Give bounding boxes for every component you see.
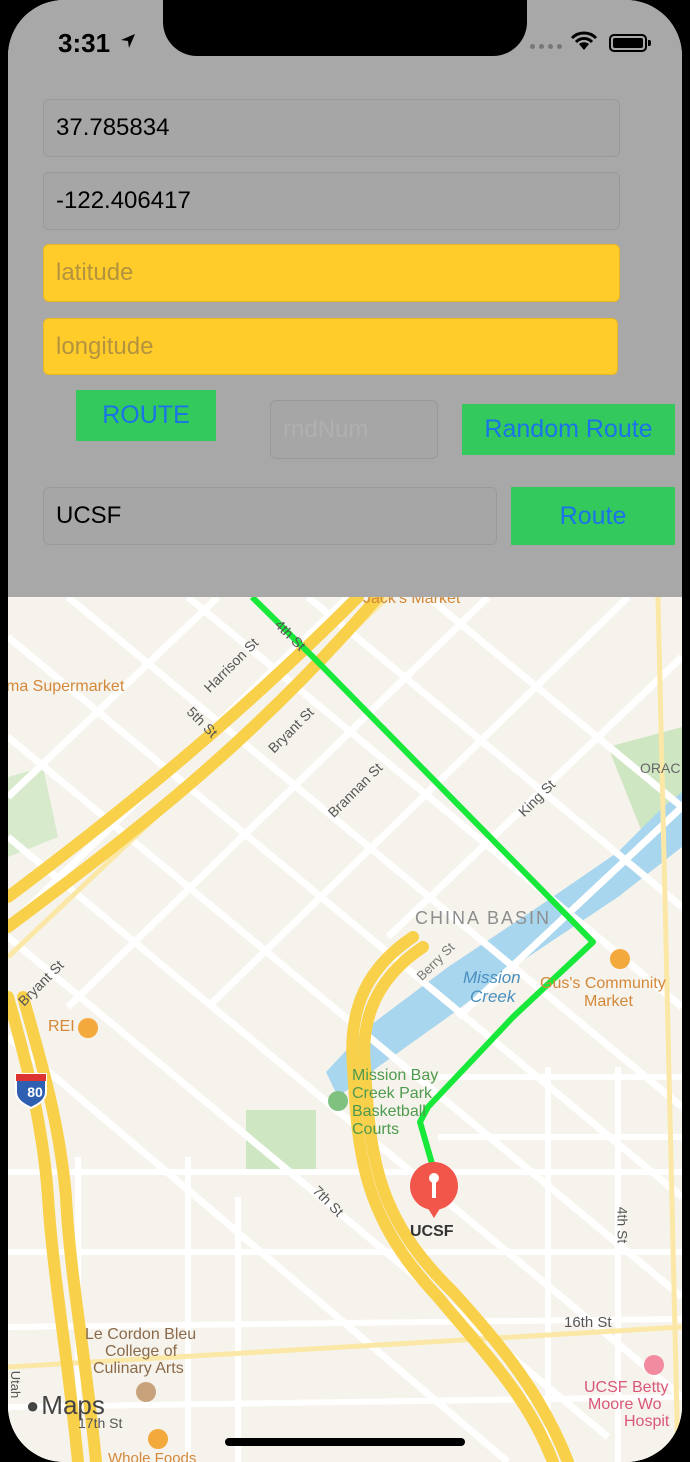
street-utah: Utah xyxy=(8,1370,24,1399)
label-oracle: ORAC xyxy=(640,760,681,776)
status-time: 3:31 xyxy=(58,28,111,58)
label-rei: REI xyxy=(48,1018,75,1035)
label-cordon-1: Le Cordon Bleu xyxy=(85,1326,197,1343)
location-arrow-icon xyxy=(121,34,135,48)
label-park-4: Courts xyxy=(352,1121,400,1138)
label-betty-1: UCSF Betty xyxy=(584,1379,669,1396)
shopping-icon xyxy=(148,1429,168,1449)
map-view[interactable]: Jack's Market ma Supermarket ORAC CHINA … xyxy=(8,590,682,1462)
i80-label: 80 xyxy=(27,1084,43,1100)
route-button[interactable]: ROUTE xyxy=(76,390,216,441)
maps-attribution-text: Maps xyxy=(41,1390,105,1420)
origin-longitude-field[interactable]: -122.406417 xyxy=(43,172,620,230)
phone-screen: Jack's Market ma Supermarket ORAC CHINA … xyxy=(8,0,682,1462)
label-china-basin: CHINA BASIN xyxy=(415,908,552,928)
label-whole-foods: Whole Foods xyxy=(108,1450,197,1462)
label-ucsf: UCSF xyxy=(410,1223,454,1240)
origin-latitude-field[interactable]: 37.785834 xyxy=(43,99,620,157)
hospital-icon xyxy=(644,1355,664,1375)
label-supermarket: ma Supermarket xyxy=(8,678,125,695)
destination-latitude-field[interactable]: latitude xyxy=(43,244,620,302)
random-route-button[interactable]: Random Route xyxy=(462,404,675,455)
route-by-name-button[interactable]: Route xyxy=(511,487,675,545)
label-mission-creek-1: Mission xyxy=(463,968,521,987)
label-cordon-3: Culinary Arts xyxy=(93,1360,184,1377)
street-4th-right: 4th St xyxy=(614,1206,631,1244)
label-mission-creek-2: Creek xyxy=(470,987,516,1006)
wifi-icon xyxy=(570,31,598,50)
label-gus-2: Market xyxy=(584,993,633,1010)
home-indicator[interactable] xyxy=(225,1438,465,1446)
school-icon xyxy=(136,1382,156,1402)
shopping-icon xyxy=(78,1018,98,1038)
random-number-field[interactable]: rndNum xyxy=(270,400,438,459)
label-park-1: Mission Bay xyxy=(352,1067,439,1084)
label-park-3: Basketball xyxy=(352,1103,426,1120)
maps-attribution[interactable]: ● Maps xyxy=(26,1390,105,1421)
cellular-signal-icon xyxy=(530,44,562,49)
notch xyxy=(163,0,527,56)
label-betty-3: Hospit xyxy=(624,1413,670,1430)
label-park-2: Creek Park xyxy=(352,1085,433,1102)
destination-longitude-field[interactable]: longitude xyxy=(43,318,618,375)
street-16th: 16th St xyxy=(564,1314,612,1331)
shopping-icon xyxy=(610,949,630,969)
apple-icon: ● xyxy=(26,1392,40,1418)
label-gus-1: Gus's Community xyxy=(540,975,666,992)
basketball-icon xyxy=(328,1091,348,1111)
label-cordon-2: College of xyxy=(105,1343,178,1360)
label-betty-2: Moore Wo xyxy=(588,1396,662,1413)
destination-name-field[interactable]: UCSF xyxy=(43,487,497,545)
battery-icon xyxy=(609,34,651,52)
